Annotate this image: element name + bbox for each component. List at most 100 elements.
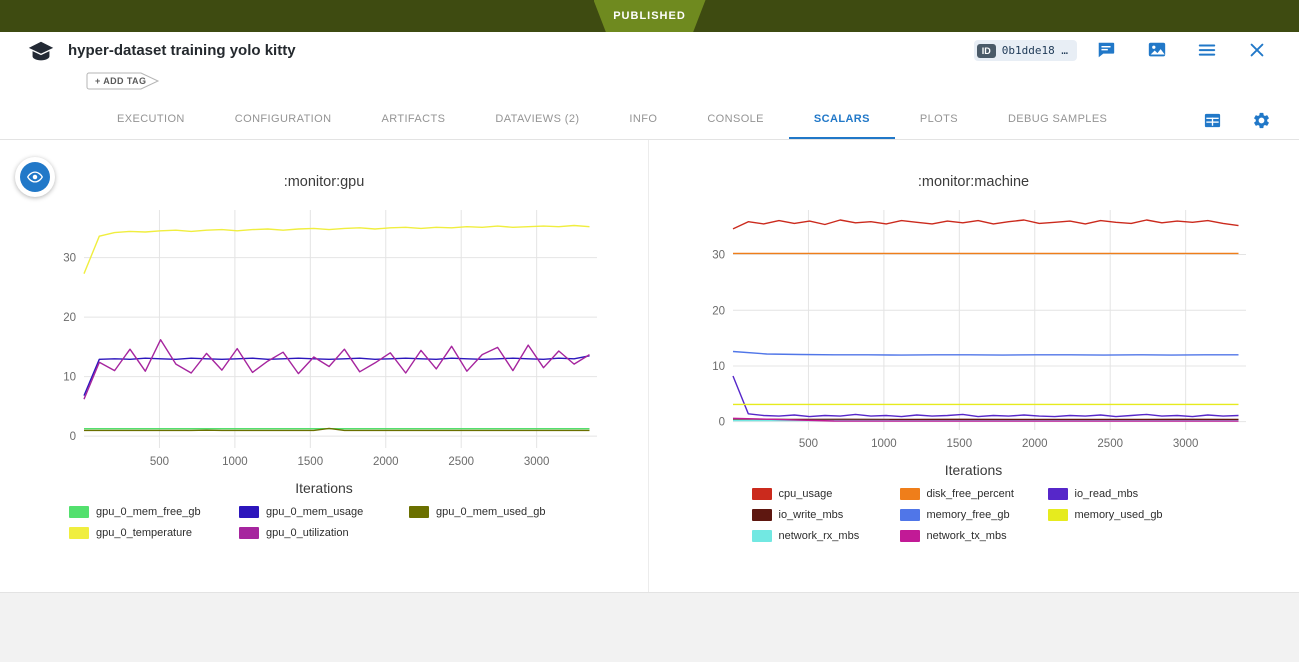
gpu-chart-title: :monitor:gpu [0,174,648,190]
legend-swatch [239,506,259,518]
legend-item-memory_used_gb[interactable]: memory_used_gb [1048,509,1196,521]
legend-label: cpu_usage [779,488,833,500]
add-tag-label: + ADD TAG [95,76,146,86]
top-status-banner: PUBLISHED [0,0,1299,32]
tab-plots[interactable]: PLOTS [895,100,983,139]
gpu-chart-plot[interactable]: 0 10 20 30 500 1000 1500 2000 2500 3000 [42,202,607,472]
machine-chart-legend: cpu_usage disk_free_percent io_read_mbs io_… [752,488,1196,551]
clearml-logo[interactable] [26,38,56,68]
tab-console[interactable]: CONSOLE [682,100,789,139]
svg-text:30: 30 [712,250,725,262]
eye-icon [20,162,50,192]
svg-text:1500: 1500 [947,438,973,450]
legend-label: memory_used_gb [1075,509,1163,521]
tabs-group: EXECUTION CONFIGURATION ARTIFACTS DATAVI… [92,100,1132,139]
legend-label: io_write_mbs [779,509,844,521]
legend-swatch [409,506,429,518]
svg-text:2500: 2500 [448,456,474,468]
tab-execution[interactable]: EXECUTION [92,100,210,139]
legend-item-gpu_0_temperature[interactable]: gpu_0_temperature [69,527,239,539]
machine-xaxis-label: Iterations [649,462,1298,478]
id-chip: ID [977,44,996,58]
legend-swatch [1048,488,1068,500]
legend-swatch [69,527,89,539]
svg-text:0: 0 [69,431,75,443]
tab-scalars[interactable]: SCALARS [789,100,895,139]
legend-item-network_rx_mbs[interactable]: network_rx_mbs [752,530,900,542]
experiment-id-badge[interactable]: ID 0b1dde18 … [974,40,1077,61]
svg-text:30: 30 [63,253,76,265]
svg-text:500: 500 [799,438,818,450]
legend-swatch [900,530,920,542]
svg-text:3000: 3000 [523,456,549,468]
tab-debug-samples[interactable]: DEBUG SAMPLES [983,100,1132,139]
table-view-icon[interactable] [1203,111,1222,130]
svg-text:0: 0 [719,417,725,429]
settings-gear-icon[interactable] [1252,111,1271,130]
legend-item-io_read_mbs[interactable]: io_read_mbs [1048,488,1196,500]
legend-swatch [752,530,772,542]
svg-text:2000: 2000 [372,456,398,468]
legend-item-memory_free_gb[interactable]: memory_free_gb [900,509,1048,521]
tab-info[interactable]: INFO [604,100,682,139]
legend-item-disk_free_percent[interactable]: disk_free_percent [900,488,1048,500]
legend-label: io_read_mbs [1075,488,1139,500]
machine-chart-plot[interactable]: 010203050010001500200025003000 [691,202,1256,454]
svg-text:10: 10 [63,372,76,384]
legend-swatch [900,509,920,521]
svg-text:1000: 1000 [871,438,897,450]
machine-chart-panel: :monitor:machine 01020305001000150020002… [649,140,1298,592]
add-tag-button[interactable]: + ADD TAG [86,72,160,90]
legend-label: gpu_0_mem_free_gb [96,506,201,518]
svg-text:20: 20 [63,312,76,324]
legend-swatch [1048,509,1068,521]
legend-label: disk_free_percent [927,488,1014,500]
footer-strip [0,592,1299,662]
legend-item-cpu_usage[interactable]: cpu_usage [752,488,900,500]
experiment-title: hyper-dataset training yolo kitty [68,42,296,59]
svg-text:2000: 2000 [1022,438,1048,450]
image-icon[interactable] [1147,40,1167,60]
svg-text:500: 500 [149,456,168,468]
app-header: hyper-dataset training yolo kitty + ADD … [0,32,1299,100]
legend-label: gpu_0_mem_used_gb [436,506,545,518]
svg-text:1000: 1000 [222,456,248,468]
tab-configuration[interactable]: CONFIGURATION [210,100,357,139]
legend-swatch [752,509,772,521]
gpu-chart-legend: gpu_0_mem_free_gb gpu_0_mem_usage gpu_0_me… [69,506,579,548]
svg-text:3000: 3000 [1173,438,1199,450]
legend-item-network_tx_mbs[interactable]: network_tx_mbs [900,530,1048,542]
machine-chart-title: :monitor:machine [649,174,1298,190]
close-icon[interactable] [1247,40,1267,60]
tab-bar-actions [1203,111,1271,130]
legend-swatch [752,488,772,500]
tab-bar: EXECUTION CONFIGURATION ARTIFACTS DATAVI… [0,100,1299,140]
id-value: 0b1dde18 … [1002,44,1068,57]
menu-icon[interactable] [1197,40,1217,60]
legend-item-gpu_0_mem_usage[interactable]: gpu_0_mem_usage [239,506,409,518]
legend-item-gpu_0_utilization[interactable]: gpu_0_utilization [239,527,409,539]
svg-text:1500: 1500 [297,456,323,468]
published-status-badge: PUBLISHED [594,0,706,32]
legend-swatch [239,527,259,539]
svg-text:2500: 2500 [1097,438,1123,450]
comment-icon[interactable] [1096,40,1116,60]
gpu-xaxis-label: Iterations [0,480,648,496]
legend-label: network_rx_mbs [779,530,860,542]
legend-item-io_write_mbs[interactable]: io_write_mbs [752,509,900,521]
legend-label: memory_free_gb [927,509,1010,521]
tab-dataviews[interactable]: DATAVIEWS (2) [470,100,604,139]
logo-icon [26,38,56,68]
gpu-chart-panel: :monitor:gpu 0 10 20 30 500 1000 1500 2000 2500 3… [0,140,649,592]
legend-label: gpu_0_temperature [96,527,192,539]
scalars-content: :monitor:gpu 0 10 20 30 500 1000 1500 2000 2500 3… [0,140,1299,592]
legend-label: gpu_0_utilization [266,527,349,539]
toggle-metrics-visibility-button[interactable] [15,157,55,197]
legend-item-gpu_0_mem_free_gb[interactable]: gpu_0_mem_free_gb [69,506,239,518]
legend-item-gpu_0_mem_used_gb[interactable]: gpu_0_mem_used_gb [409,506,579,518]
legend-label: network_tx_mbs [927,530,1007,542]
tab-artifacts[interactable]: ARTIFACTS [356,100,470,139]
legend-swatch [69,506,89,518]
svg-text:10: 10 [712,361,725,373]
legend-swatch [900,488,920,500]
